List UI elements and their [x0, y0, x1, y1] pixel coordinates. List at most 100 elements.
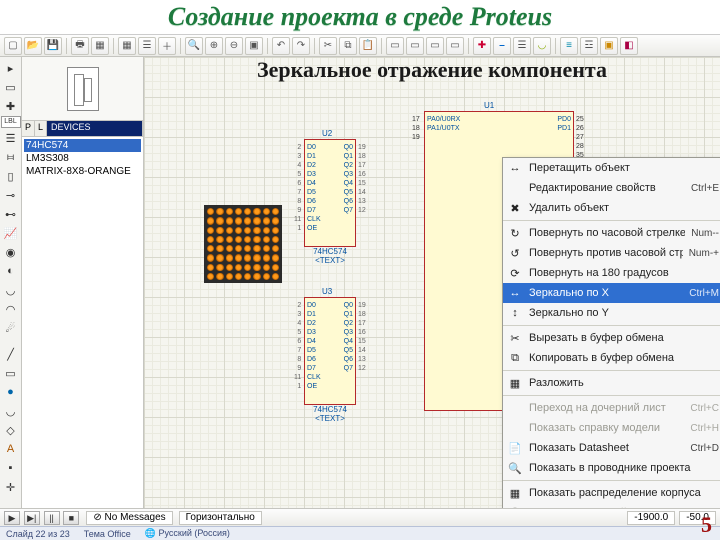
tool-redo-icon[interactable]: ↷: [292, 37, 310, 55]
tool-copy-icon[interactable]: ⧉: [339, 37, 357, 55]
draw-text-icon[interactable]: A: [1, 440, 21, 458]
ctx-item[interactable]: ↻Повернуть по часовой стрелкеNum--: [503, 223, 720, 243]
stop-button[interactable]: ■: [63, 511, 79, 525]
mode-probe-v-icon[interactable]: ◡: [1, 281, 21, 299]
mode-tape-icon[interactable]: ◉: [1, 243, 21, 261]
tool-block2-icon[interactable]: ▭: [406, 37, 424, 55]
draw-rect-icon[interactable]: ▭: [1, 364, 21, 382]
pause-button[interactable]: ||: [44, 511, 60, 525]
draw-symbol-icon[interactable]: ▪: [1, 459, 21, 477]
tool-erc-icon[interactable]: ≡: [560, 37, 578, 55]
component-u3[interactable]: U3 D0D1D2D3D4D5D6D7CLKOE Q0Q1Q2Q3Q4Q5Q6Q…: [304, 297, 356, 423]
ctx-item-label: Зеркально по X: [529, 287, 683, 299]
u3-ref: U3: [322, 287, 332, 296]
led-matrix-component[interactable]: [204, 205, 282, 283]
ctx-item[interactable]: ↕Зеркально по Y: [503, 303, 720, 323]
mode-subckt-icon[interactable]: ▯: [1, 167, 21, 185]
mode-select-icon[interactable]: ▸: [1, 59, 21, 77]
tool-new-icon[interactable]: ▢: [4, 37, 22, 55]
ctx-item[interactable]: ↺Повернуть против часовой стрелкиNum-+: [503, 243, 720, 263]
tool-save-icon[interactable]: 💾: [44, 37, 62, 55]
tool-layers-icon[interactable]: ☰: [138, 37, 156, 55]
tool-area-icon[interactable]: ▦: [91, 37, 109, 55]
ctx-item[interactable]: ▦Разложить: [503, 373, 720, 393]
ctx-item-label: Копировать в буфер обмена: [529, 352, 713, 364]
tool-paste-icon[interactable]: 📋: [359, 37, 377, 55]
messages-cell[interactable]: ⊘ No Messages: [86, 511, 172, 525]
tool-cut-icon[interactable]: ✂: [319, 37, 337, 55]
tool-undo-icon[interactable]: ↶: [272, 37, 290, 55]
draw-arc-icon[interactable]: ◡: [1, 402, 21, 420]
ctx-item[interactable]: Редактирование свойствCtrl+E: [503, 178, 720, 198]
tool-pcb-icon[interactable]: ◧: [620, 37, 638, 55]
dev-header-l[interactable]: L: [35, 121, 47, 136]
tool-pick-icon[interactable]: ✚: [473, 37, 491, 55]
ctx-item[interactable]: ↔Перетащить объект: [503, 158, 720, 178]
tool-block1-icon[interactable]: ▭: [386, 37, 404, 55]
mode-bus-icon[interactable]: ⧦: [1, 148, 21, 166]
ctx-item[interactable]: ✖Удалить объект: [503, 198, 720, 218]
mode-cell: Горизонтально: [179, 511, 262, 525]
tool-bom-icon[interactable]: ☲: [580, 37, 598, 55]
tool-print-icon[interactable]: 🖶: [71, 37, 89, 55]
mode-probe-i-icon[interactable]: ◠: [1, 300, 21, 318]
tool-arc-icon[interactable]: ◡: [533, 37, 551, 55]
ctx-item[interactable]: 🔍Показать в проводнике проекта: [503, 458, 720, 478]
ctx-item-label: Повернуть против часовой стрелки: [529, 247, 683, 259]
mode-text-icon[interactable]: ☰: [1, 129, 21, 147]
ctx-item[interactable]: ⧉Копировать в буфер обмена: [503, 348, 720, 368]
dev-header-p[interactable]: P: [22, 121, 35, 136]
mode-toolbar: ▸ ▭ ✚ LBL ☰ ⧦ ▯ ⊸ ⊷ 📈 ◉ ◐ ◡ ◠ ☄ ╱ ▭ ● ◡ …: [0, 57, 22, 508]
device-item[interactable]: MATRIX-8X8-ORANGE: [24, 165, 141, 178]
proteus-window: ▢ 📂 💾 🖶 ▦ ▦ ☰ ＋ 🔍 ⊕ ⊖ ▣ ↶ ↷ ✂ ⧉ 📋 ▭ ▭ ▭ …: [0, 34, 720, 526]
tool-zoomin-icon[interactable]: ⊕: [205, 37, 223, 55]
tool-block3-icon[interactable]: ▭: [426, 37, 444, 55]
language-label[interactable]: 🌐 Русский (Россия): [145, 528, 230, 539]
draw-path-icon[interactable]: ◇: [1, 421, 21, 439]
ctx-item-label: Показать справку модели: [529, 422, 684, 434]
ctx-item-shortcut: Ctrl+D: [690, 443, 719, 454]
draw-marker-icon[interactable]: ✛: [1, 478, 21, 496]
step-button[interactable]: ▶|: [24, 511, 40, 525]
component-u2[interactable]: U2 D0D1D2D3D4D5D6D7CLKOE Q0Q1Q2Q3Q4Q5Q6Q…: [304, 139, 356, 265]
draw-circle-icon[interactable]: ●: [1, 383, 21, 401]
tool-net-icon[interactable]: ☰: [513, 37, 531, 55]
u2-text: <TEXT>: [304, 256, 356, 265]
ctx-item[interactable]: ⟳Повернуть на 180 градусов: [503, 263, 720, 283]
mode-gen-icon[interactable]: ◐: [1, 262, 21, 280]
ctx-item-icon: [507, 400, 523, 416]
ctx-item: Показать справку моделиCtrl+H: [503, 418, 720, 438]
ctx-item[interactable]: ▦Показать распределение корпуса: [503, 483, 720, 503]
tool-open-icon[interactable]: 📂: [24, 37, 42, 55]
tool-zoomout-icon[interactable]: ⊖: [225, 37, 243, 55]
ctx-item[interactable]: ✂Вырезать в буфер обмена: [503, 328, 720, 348]
ctx-item-label: Перетащить объект: [529, 162, 713, 174]
ctx-item-label: Показать Datasheet: [529, 442, 684, 454]
mode-graph-icon[interactable]: 📈: [1, 224, 21, 242]
tool-pkg-icon[interactable]: ▣: [600, 37, 618, 55]
ctx-item-label: Удалить объект: [529, 202, 713, 214]
mode-component-icon[interactable]: ▭: [1, 78, 21, 96]
mode-label-icon[interactable]: LBL: [1, 116, 21, 128]
mode-terminal-icon[interactable]: ⊸: [1, 186, 21, 204]
tool-wire-icon[interactable]: ⎯: [493, 37, 511, 55]
tool-fit-icon[interactable]: ▣: [245, 37, 263, 55]
schematic-canvas[interactable]: Зеркальное отражение компонента U2 D0D1D…: [144, 57, 720, 508]
play-button[interactable]: ▶: [4, 511, 20, 525]
device-item[interactable]: 74HC574: [24, 139, 141, 152]
draw-line-icon[interactable]: ╱: [1, 345, 21, 363]
tool-zoom-icon[interactable]: 🔍: [185, 37, 203, 55]
ctx-item[interactable]: 📄Показать DatasheetCtrl+D: [503, 438, 720, 458]
tool-plus-icon[interactable]: ＋: [158, 37, 176, 55]
ctx-item[interactable]: ↔Зеркально по XCtrl+M: [503, 283, 720, 303]
page-number: 5: [701, 512, 712, 538]
mode-instr-icon[interactable]: ☄: [1, 319, 21, 337]
ctx-item-shortcut: Num-+: [689, 248, 719, 259]
tool-block4-icon[interactable]: ▭: [446, 37, 464, 55]
device-list[interactable]: 74HC574 LM3S308 MATRIX-8X8-ORANGE: [22, 137, 143, 508]
mode-junction-icon[interactable]: ✚: [1, 97, 21, 115]
device-item[interactable]: LM3S308: [24, 152, 141, 165]
tool-grid-icon[interactable]: ▦: [118, 37, 136, 55]
ctx-item-icon: 🔍: [507, 460, 523, 476]
mode-pin-icon[interactable]: ⊷: [1, 205, 21, 223]
